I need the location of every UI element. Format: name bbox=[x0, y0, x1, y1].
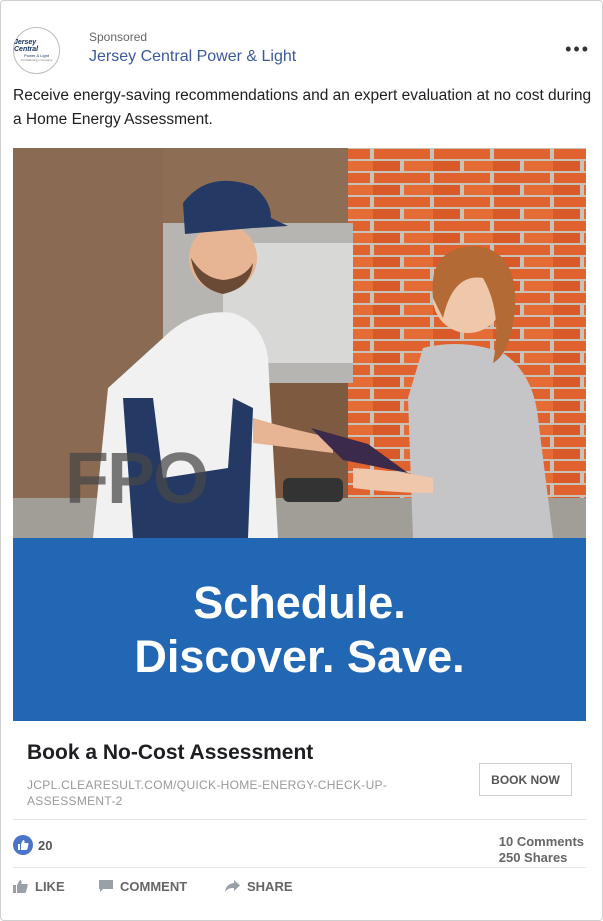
action-bar: LIKE COMMENT SHARE bbox=[13, 877, 293, 895]
comment-button[interactable]: COMMENT bbox=[99, 877, 225, 895]
comment-icon bbox=[99, 880, 113, 892]
share-button[interactable]: SHARE bbox=[225, 877, 293, 895]
like-button[interactable]: LIKE bbox=[13, 877, 99, 895]
logo-line-1: Jersey Central bbox=[14, 39, 39, 53]
post-caption: Receive energy-saving recommendations an… bbox=[13, 87, 592, 128]
link-url: JCPL.CLEARESULT.COM/QUICK-HOME-ENERGY-CH… bbox=[27, 778, 388, 808]
like-label: LIKE bbox=[35, 878, 65, 894]
post-header: Jersey Central Power & Light A FirstEner… bbox=[13, 27, 590, 75]
share-count[interactable]: 250 Shares bbox=[499, 850, 584, 866]
page-avatar[interactable]: Jersey Central Power & Light A FirstEner… bbox=[13, 27, 60, 74]
sponsored-label: Sponsored bbox=[89, 30, 148, 44]
more-options-icon[interactable]: ••• bbox=[565, 39, 590, 60]
sponsored-post-card: Jersey Central Power & Light A FirstEner… bbox=[0, 0, 603, 921]
hero-image[interactable]: FPO bbox=[13, 148, 586, 538]
headline-line-2: Discover. Save. bbox=[134, 630, 465, 682]
fpo-watermark: FPO bbox=[65, 439, 209, 519]
headline-banner[interactable]: Schedule. Discover. Save. bbox=[13, 538, 586, 721]
thumbs-up-icon bbox=[13, 879, 28, 893]
engagement-counts: 10 Comments 250 Shares bbox=[499, 834, 584, 866]
book-now-button[interactable]: BOOK NOW bbox=[479, 763, 572, 796]
share-arrow-icon bbox=[225, 880, 240, 892]
like-count: 20 bbox=[38, 837, 53, 853]
like-summary[interactable]: 20 bbox=[13, 835, 52, 855]
link-preview[interactable]: Book a No-Cost Assessment JCPL.CLEARESUL… bbox=[13, 721, 586, 820]
actions-divider bbox=[13, 867, 586, 868]
share-label: SHARE bbox=[247, 878, 293, 894]
comment-count[interactable]: 10 Comments bbox=[499, 834, 584, 850]
comment-label: COMMENT bbox=[120, 878, 188, 894]
logo-line-3: A FirstEnergy Company bbox=[20, 58, 53, 62]
page-name-link[interactable]: Jersey Central Power & Light bbox=[89, 48, 296, 66]
headline-line-1: Schedule. bbox=[193, 576, 406, 628]
like-badge-icon bbox=[13, 835, 33, 855]
link-title[interactable]: Book a No-Cost Assessment bbox=[27, 741, 313, 765]
